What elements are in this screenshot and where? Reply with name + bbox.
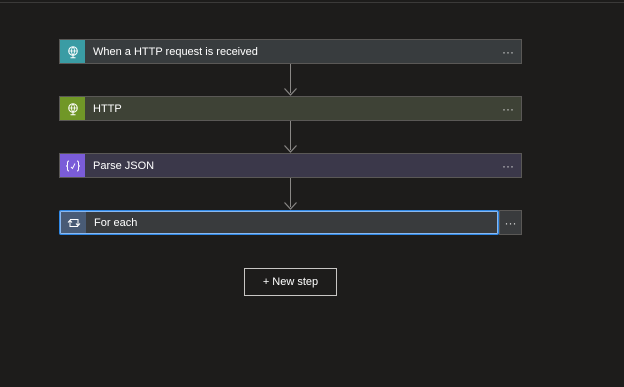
step-title: Parse JSON [93, 159, 155, 172]
more-options-icon[interactable]: ··· [495, 40, 521, 63]
more-options-icon[interactable]: ··· [495, 97, 521, 120]
globe-request-icon [60, 40, 85, 63]
top-divider [0, 2, 624, 3]
step-http[interactable]: HTTP ··· [59, 96, 522, 121]
step-http-request-trigger[interactable]: When a HTTP request is received ··· [59, 39, 522, 64]
more-options-icon[interactable]: ··· [499, 210, 522, 235]
step-title: HTTP [93, 102, 122, 115]
designer-canvas: When a HTTP request is received ··· HTTP… [0, 0, 624, 387]
step-parse-json[interactable]: Parse JSON ··· [59, 153, 522, 178]
loop-icon [61, 211, 86, 234]
step-title: When a HTTP request is received [93, 45, 258, 58]
new-step-button[interactable]: + New step [244, 268, 337, 296]
globe-icon [60, 97, 85, 120]
json-braces-icon [60, 154, 85, 177]
connector-arrow-icon [284, 145, 297, 153]
step-for-each[interactable]: For each [59, 210, 499, 235]
more-options-icon[interactable]: ··· [495, 154, 521, 177]
step-title: For each [94, 216, 138, 229]
connector-arrow-icon [284, 202, 297, 210]
connector-arrow-icon [284, 88, 297, 96]
